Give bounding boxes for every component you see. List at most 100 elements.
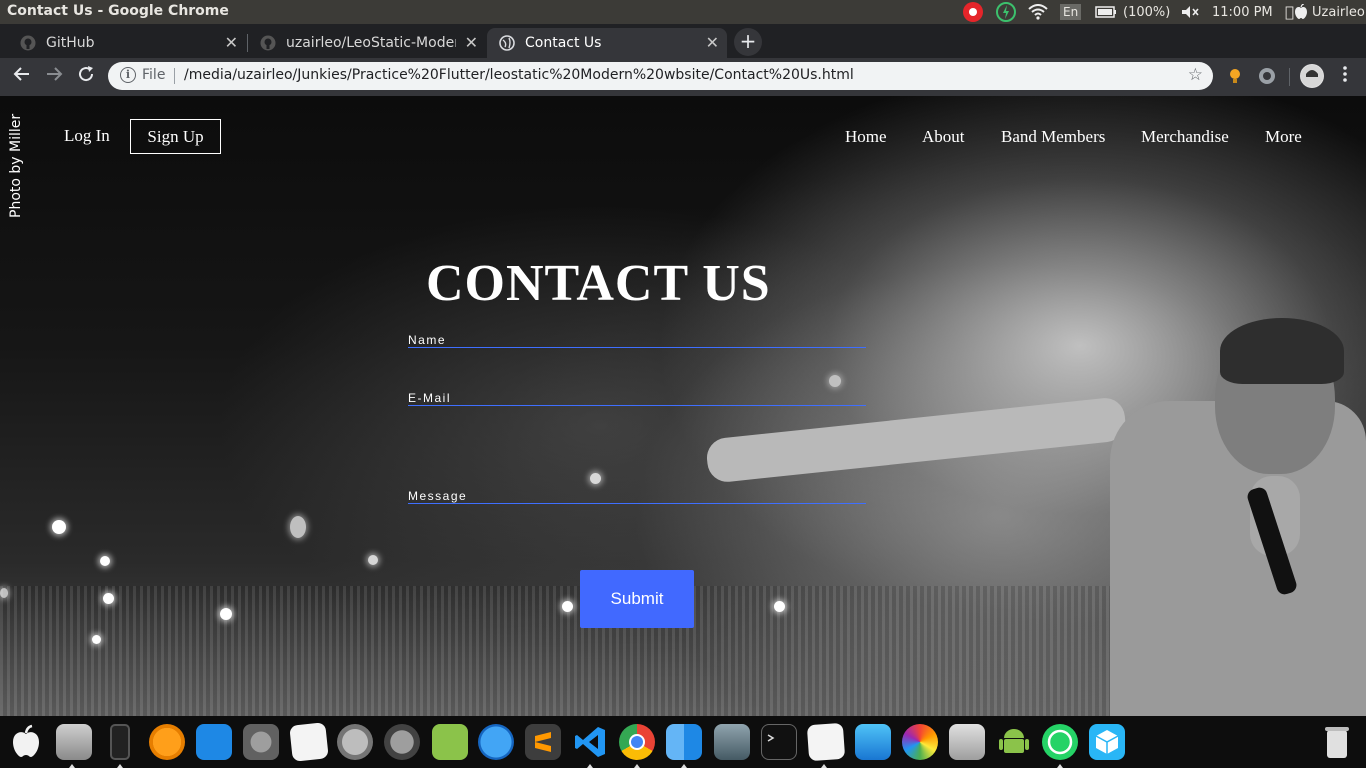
address-bar[interactable]: i File /media/uzairleo/Junkies/Practice%… <box>108 62 1213 90</box>
tab-repo[interactable]: uzairleo/LeoStatic-Modern ✕ <box>248 28 486 58</box>
keyboard-layout-indicator[interactable]: En <box>1060 0 1082 24</box>
nav-home[interactable]: Home <box>845 127 887 147</box>
photos-icon[interactable] <box>902 724 938 760</box>
trash-icon[interactable] <box>1322 724 1352 760</box>
android-icon[interactable] <box>996 724 1032 760</box>
nav-about[interactable]: About <box>922 127 965 147</box>
reload-icon[interactable] <box>74 65 98 89</box>
volume-muted-icon[interactable] <box>1181 0 1199 24</box>
bokeh-light <box>52 520 66 534</box>
os-top-bar: Contact Us - Google Chrome En (100%) 11:… <box>0 0 1366 24</box>
user-menu[interactable]:  Uzairleo <box>1285 0 1365 24</box>
login-link[interactable]: Log In <box>64 126 110 146</box>
launchpad-icon[interactable] <box>337 724 373 760</box>
settings-icon[interactable] <box>243 724 279 760</box>
nav-merchandise[interactable]: Merchandise <box>1141 127 1229 147</box>
github-icon <box>260 35 276 51</box>
power-icon[interactable] <box>995 0 1017 24</box>
sublime-icon[interactable] <box>525 724 561 760</box>
phone-icon[interactable] <box>110 724 130 760</box>
photo-preview-icon[interactable] <box>714 724 750 760</box>
tab-github[interactable]: GitHub ✕ <box>8 28 246 58</box>
bokeh-light <box>103 593 114 604</box>
finder-icon[interactable] <box>666 724 702 760</box>
signup-button[interactable]: Sign Up <box>130 119 221 154</box>
github-icon <box>20 35 36 51</box>
bokeh-light <box>829 375 841 387</box>
tab-strip: GitHub ✕ uzairleo/LeoStatic-Modern ✕ Con… <box>0 24 1366 58</box>
toolbar-divider <box>1289 68 1290 86</box>
url-text[interactable]: /media/uzairleo/Junkies/Practice%20Flutt… <box>184 67 854 83</box>
chrome-icon[interactable] <box>619 724 655 760</box>
singer-hair <box>1220 318 1344 384</box>
battery-icon <box>1095 6 1116 18</box>
running-indicator <box>587 764 593 768</box>
email-field[interactable]: E-Mail <box>408 391 866 406</box>
bokeh-light <box>220 608 232 620</box>
notes-icon[interactable] <box>289 722 329 762</box>
url-scheme-label: File <box>142 67 166 83</box>
running-indicator <box>69 764 75 768</box>
user-name: Uzairleo <box>1303 4 1365 20</box>
menu-kebab-icon[interactable] <box>1333 65 1357 89</box>
mail-icon[interactable] <box>196 724 232 760</box>
battery-indicator[interactable]: (100%) <box>1095 0 1170 24</box>
page-title: CONTACT US <box>426 255 771 312</box>
lightbulb-icon[interactable] <box>1225 66 1245 86</box>
vlc-icon[interactable] <box>149 724 185 760</box>
dock <box>0 716 1366 768</box>
back-icon[interactable] <box>10 65 34 89</box>
extension-icon[interactable] <box>1257 66 1277 86</box>
tools-icon[interactable] <box>384 724 420 760</box>
running-indicator <box>634 764 640 768</box>
bokeh-light <box>590 473 601 484</box>
files-icon[interactable] <box>855 724 891 760</box>
close-icon[interactable]: ✕ <box>706 33 719 52</box>
vscode-icon[interactable] <box>572 724 608 760</box>
new-tab-button[interactable]: + <box>734 28 762 56</box>
app-store-icon[interactable] <box>478 724 514 760</box>
page-viewport: Photo by Miller Log In Sign Up Home Abou… <box>0 96 1366 716</box>
name-field[interactable]: Name <box>408 333 866 348</box>
box-icon[interactable] <box>1089 724 1125 760</box>
keyboard-layout-label: En <box>1060 4 1082 20</box>
message-field[interactable]: Message <box>408 489 866 504</box>
info-icon[interactable]: i <box>120 67 136 83</box>
running-indicator <box>681 764 687 768</box>
bokeh-light <box>562 601 573 612</box>
tab-label: Contact Us <box>525 35 602 51</box>
apple-icon[interactable] <box>8 724 44 760</box>
apple-user-icon:  <box>1285 3 1294 21</box>
text-editor-icon[interactable] <box>806 722 846 762</box>
tab-label: uzairleo/LeoStatic-Modern <box>286 35 456 51</box>
forward-icon[interactable] <box>42 65 66 89</box>
battery-percent: (100%) <box>1123 4 1171 20</box>
bokeh-light <box>92 635 101 644</box>
calculator-icon[interactable] <box>949 724 985 760</box>
indicator-icon[interactable] <box>962 0 984 24</box>
bokeh-light <box>290 516 306 538</box>
globe-icon <box>499 35 515 51</box>
clock[interactable]: 11:00 PM <box>1212 0 1273 24</box>
tab-contact-us[interactable]: Contact Us ✕ <box>487 28 727 58</box>
running-indicator <box>1057 764 1063 768</box>
photo-credit: Photo by Miller <box>8 113 24 218</box>
apple-logo-icon <box>1295 4 1308 20</box>
close-icon[interactable]: ✕ <box>465 33 478 52</box>
window-title: Contact Us - Google Chrome <box>7 3 229 19</box>
bokeh-light <box>100 556 110 566</box>
singer-arm <box>705 396 1128 484</box>
whatsapp-icon[interactable] <box>1042 724 1078 760</box>
email-label: E-Mail <box>408 391 452 405</box>
terminal-icon[interactable] <box>761 724 797 760</box>
drive-icon[interactable] <box>56 724 92 760</box>
bokeh-light <box>774 601 785 612</box>
wifi-icon[interactable] <box>1028 0 1048 24</box>
nav-band-members[interactable]: Band Members <box>1001 127 1105 147</box>
submit-button[interactable]: Submit <box>580 570 694 628</box>
nav-more[interactable]: More <box>1265 127 1302 147</box>
close-icon[interactable]: ✕ <box>225 33 238 52</box>
ebook-icon[interactable] <box>432 724 468 760</box>
bookmark-star-icon[interactable]: ☆ <box>1188 65 1203 85</box>
profile-avatar-icon[interactable] <box>1300 64 1324 88</box>
